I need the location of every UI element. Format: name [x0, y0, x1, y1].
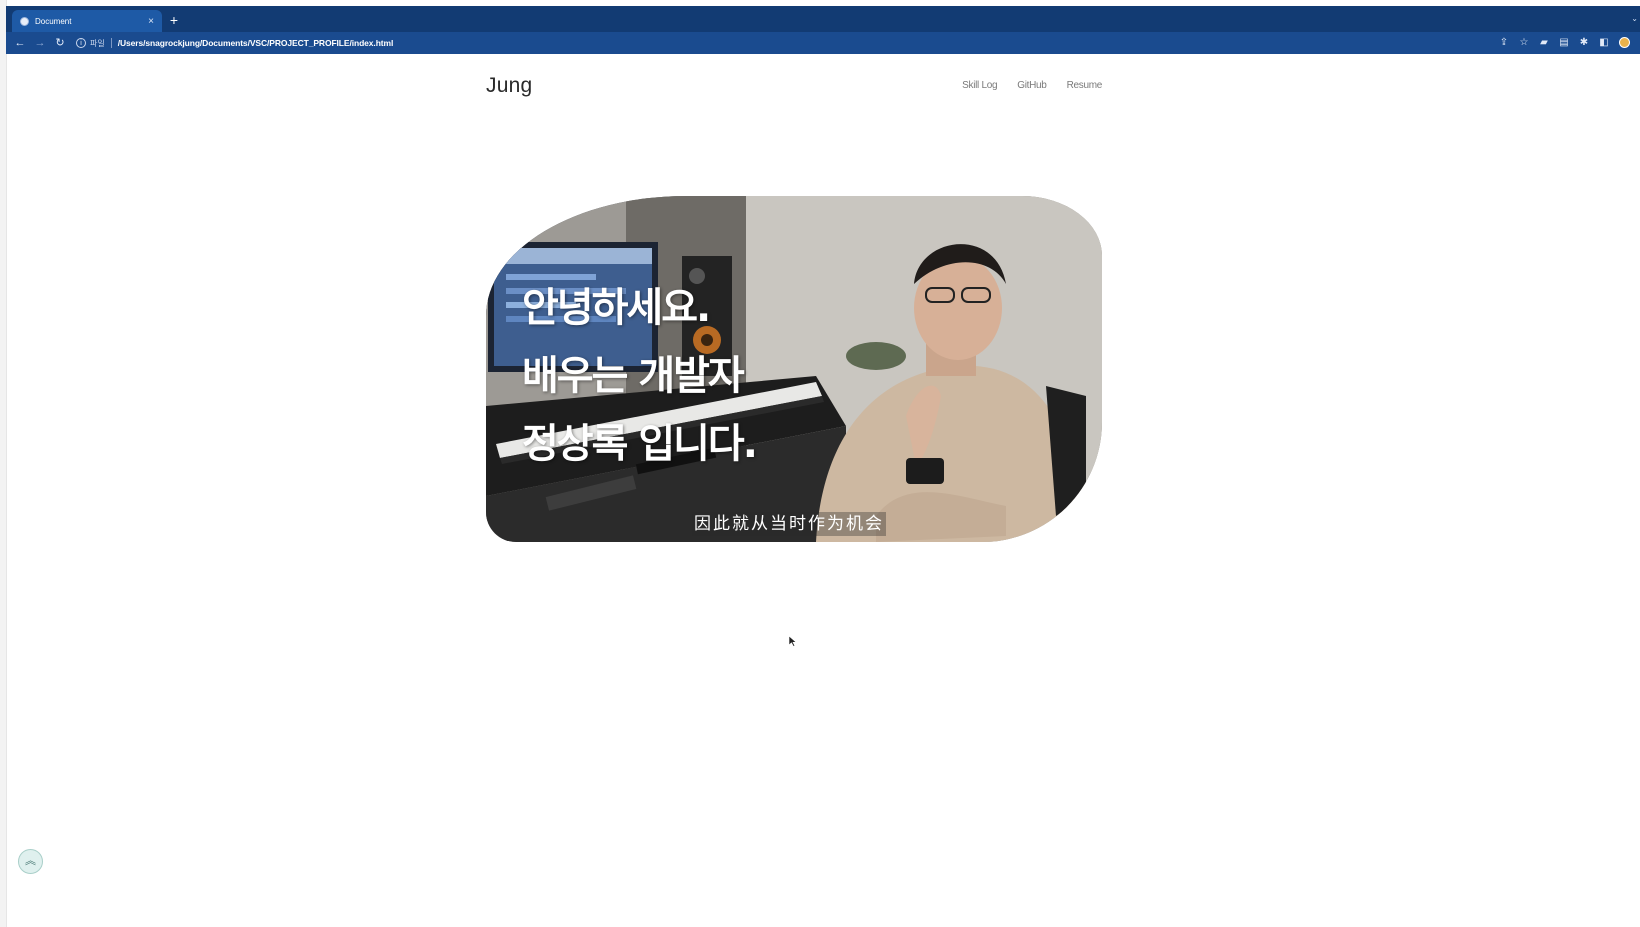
close-tab-icon[interactable]: × [144, 16, 158, 27]
hero-caption: 안녕하세요. 배우는 개발자 정상록 입니다. [522, 274, 758, 478]
reload-button[interactable]: ↻ [50, 33, 70, 53]
scroll-to-top-button[interactable]: ︽ [18, 849, 43, 874]
site-nav: Skill Log GitHub Resume [962, 80, 1102, 91]
address-url[interactable]: /Users/snagrockjung/Documents/VSC/PROJEC… [118, 38, 394, 48]
back-button[interactable]: ← [10, 33, 30, 53]
address-bar[interactable]: i 파일 /Users/snagrockjung/Documents/VSC/P… [76, 34, 1494, 52]
site-logo[interactable]: Jung [486, 74, 532, 98]
globe-icon [20, 16, 29, 26]
profile-avatar[interactable] [1614, 35, 1634, 51]
browser-toolbar: ← → ↻ i 파일 /Users/snagrockjung/Documents… [6, 32, 1640, 54]
share-icon[interactable]: ⇪ [1494, 35, 1514, 51]
nav-resume[interactable]: Resume [1067, 80, 1103, 91]
side-panel-icon[interactable]: ◧ [1594, 35, 1614, 51]
tab-title: Document [35, 16, 72, 26]
new-tab-button[interactable]: + [166, 12, 182, 28]
hero-caption-line-3: 정상록 입니다. [522, 421, 758, 467]
hero-video[interactable]: 안녕하세요. 배우는 개발자 정상록 입니다. 因此就从当时作为机会 [486, 196, 1102, 542]
tab-document[interactable]: Document × [12, 10, 162, 32]
address-divider [110, 38, 112, 48]
info-icon[interactable]: i [76, 38, 86, 48]
hero-caption-line-2: 배우는 개발자 [522, 353, 745, 399]
video-subtitle: 因此就从当时作为机会 [692, 512, 886, 536]
address-scheme: 파일 [90, 38, 105, 48]
nav-github[interactable]: GitHub [1017, 80, 1047, 91]
site-header: Jung Skill Log GitHub Resume [486, 74, 1102, 100]
extension-icon-2[interactable]: ▤ [1554, 35, 1574, 51]
tab-bar: Document × + ⌄ [6, 6, 1640, 32]
browser-chrome: Document × + ⌄ ← → ↻ i 파일 /Users/snagroc… [6, 6, 1640, 54]
tab-search-icon[interactable]: ⌄ [1631, 14, 1638, 23]
extension-icon-1[interactable]: ▰ [1534, 35, 1554, 51]
nav-skill-log[interactable]: Skill Log [962, 80, 997, 91]
toolbar-actions: ⇪ ☆ ▰ ▤ ✱ ◧ [1494, 35, 1634, 51]
bookmark-star-icon[interactable]: ☆ [1514, 35, 1534, 51]
hero-caption-line-1: 안녕하세요. [522, 285, 711, 331]
forward-button[interactable]: → [30, 33, 50, 53]
puzzle-icon[interactable]: ✱ [1574, 35, 1594, 51]
screen-left-strip [0, 0, 7, 927]
double-chevron-up-icon: ︽ [25, 855, 36, 867]
